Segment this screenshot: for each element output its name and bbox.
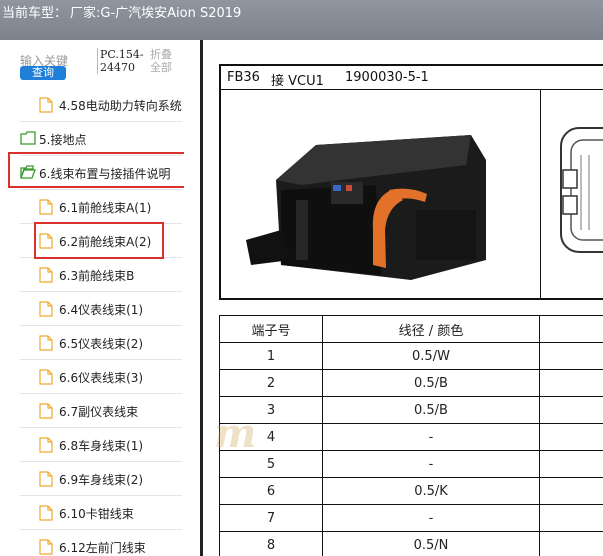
wire-spec: 0.5/N <box>322 531 540 556</box>
tree-item-label: 6.9车身线束(2) <box>59 473 144 487</box>
tree-item-6-9[interactable]: 6.9车身线束(2) <box>20 462 182 496</box>
file-icon <box>39 505 53 521</box>
tree-item-label: 6.12左前门线束 <box>59 541 146 555</box>
search-button[interactable]: 查询 <box>20 66 66 80</box>
wire-spec: 0.5/K <box>322 477 540 505</box>
pin-number: 2 <box>219 369 323 397</box>
tree-item-label: 6.7副仪表线束 <box>59 405 139 419</box>
tree-item-6-5[interactable]: 6.5仪表线束(2) <box>20 326 182 360</box>
connector-header: FB36 接 VCU1 1900030-5-1 <box>221 66 603 90</box>
title-bar: 当前车型： 厂家:G-广汽埃安Aion S2019 <box>0 0 603 40</box>
pin-number: 1 <box>219 342 323 370</box>
tree-item-6-7[interactable]: 6.7副仪表线束 <box>20 394 182 428</box>
tree-item-label: 6.3前舱线束B <box>59 269 135 283</box>
table-row: 6 0.5/K <box>219 477 603 505</box>
connector-photo-image <box>246 135 486 280</box>
pin-diagram <box>541 90 603 300</box>
highlight-box-section-6 <box>8 152 184 188</box>
tree-item-label: 6.10卡钳线束 <box>59 507 134 521</box>
tree-item-6-10[interactable]: 6.10卡钳线束 <box>20 496 182 530</box>
wire-spec: 0.5/B <box>322 396 540 424</box>
tree-item-6-4[interactable]: 6.4仪表线束(1) <box>20 292 182 326</box>
pin-number: 7 <box>219 504 323 532</box>
tree-item-6-8[interactable]: 6.8车身线束(1) <box>20 428 182 462</box>
tree-item-label: 6.8车身线束(1) <box>59 439 144 453</box>
table-row: 5- <box>219 450 603 478</box>
pin-number: 8 <box>219 531 323 556</box>
folder-icon <box>20 131 36 145</box>
table-row: 2 0.5/B <box>219 369 603 397</box>
file-icon <box>39 403 53 419</box>
file-icon <box>39 539 53 555</box>
table-row: 3 0.5/B <box>219 396 603 424</box>
tree-item-6-3[interactable]: 6.3前舱线束B <box>20 258 182 292</box>
empty-cell <box>539 369 603 397</box>
empty-cell <box>539 423 603 451</box>
file-icon <box>39 335 53 351</box>
tree-item-label: 6.6仪表线束(3) <box>59 371 144 385</box>
table-row: 4- <box>219 423 603 451</box>
tree-item-label: 4.58电动助力转向系统 <box>59 99 182 113</box>
column-header-pin: 端子号 <box>219 315 323 343</box>
tree-item-label: 6.1前舱线束A(1) <box>59 201 152 215</box>
connector-name: 接 VCU1 <box>271 74 324 89</box>
tree-item-6-12[interactable]: 6.12左前门线束 <box>20 530 182 556</box>
watermark-logo: m <box>214 410 257 457</box>
empty-cell <box>539 450 603 478</box>
tree-item-4-58[interactable]: 4.58电动助力转向系统 <box>20 88 182 122</box>
file-icon <box>39 437 53 453</box>
empty-cell <box>539 504 603 532</box>
pin-number: 6 <box>219 477 323 505</box>
column-header-extra <box>539 315 603 343</box>
document-viewer: FB36 接 VCU1 1900030-5-1 端子号 线径 / 颜色 1 0.… <box>203 40 603 556</box>
vehicle-label: 当前车型： <box>2 6 68 21</box>
wire-spec: 0.5/W <box>322 342 540 370</box>
table-row: 8 0.5/N <box>219 531 603 556</box>
empty-cell <box>539 531 603 556</box>
tree-item-label: 5.接地点 <box>39 133 87 147</box>
connector-card: FB36 接 VCU1 1900030-5-1 <box>219 64 603 300</box>
tree-item-6-1[interactable]: 6.1前舱线束A(1) <box>20 190 182 224</box>
file-icon <box>39 471 53 487</box>
file-icon <box>39 97 53 113</box>
wire-spec: 0.5/B <box>322 369 540 397</box>
vehicle-name: 厂家:G-广汽埃安Aion S2019 <box>70 6 242 21</box>
tree-item-label: 6.5仪表线束(2) <box>59 337 144 351</box>
connector-code: FB36 <box>227 70 260 85</box>
table-row: 1 0.5/W <box>219 342 603 370</box>
file-icon <box>39 199 53 215</box>
highlight-box-6-2 <box>34 222 164 259</box>
empty-cell <box>539 477 603 505</box>
tree-item-6-6[interactable]: 6.6仪表线束(3) <box>20 360 182 394</box>
part-number: 1900030-5-1 <box>345 70 429 85</box>
wire-spec: - <box>322 450 540 478</box>
file-icon <box>39 369 53 385</box>
tree-item-5[interactable]: 5.接地点 <box>20 122 182 156</box>
column-header-wire: 线径 / 颜色 <box>322 315 540 343</box>
collapse-all-button[interactable]: 折叠全部 <box>150 48 178 74</box>
pin-table: 端子号 线径 / 颜色 1 0.5/W 2 0.5/B 3 0.5/B 4- 5- 6… <box>219 315 603 556</box>
connector-photo <box>221 90 541 300</box>
pc-code: PC.154-24470 <box>97 48 145 74</box>
pin-diagram-image <box>560 127 603 253</box>
file-icon <box>39 267 53 283</box>
tree-item-label: 6.4仪表线束(1) <box>59 303 144 317</box>
empty-cell <box>539 342 603 370</box>
sidebar: 输入关键 查询 PC.154-24470 折叠全部 4.58电动助力转向系统 5… <box>0 40 184 556</box>
empty-cell <box>539 396 603 424</box>
pin-table-header: 端子号 线径 / 颜色 <box>219 315 603 343</box>
wire-spec: - <box>322 504 540 532</box>
table-row: 7- <box>219 504 603 532</box>
file-icon <box>39 301 53 317</box>
wire-spec: - <box>322 423 540 451</box>
